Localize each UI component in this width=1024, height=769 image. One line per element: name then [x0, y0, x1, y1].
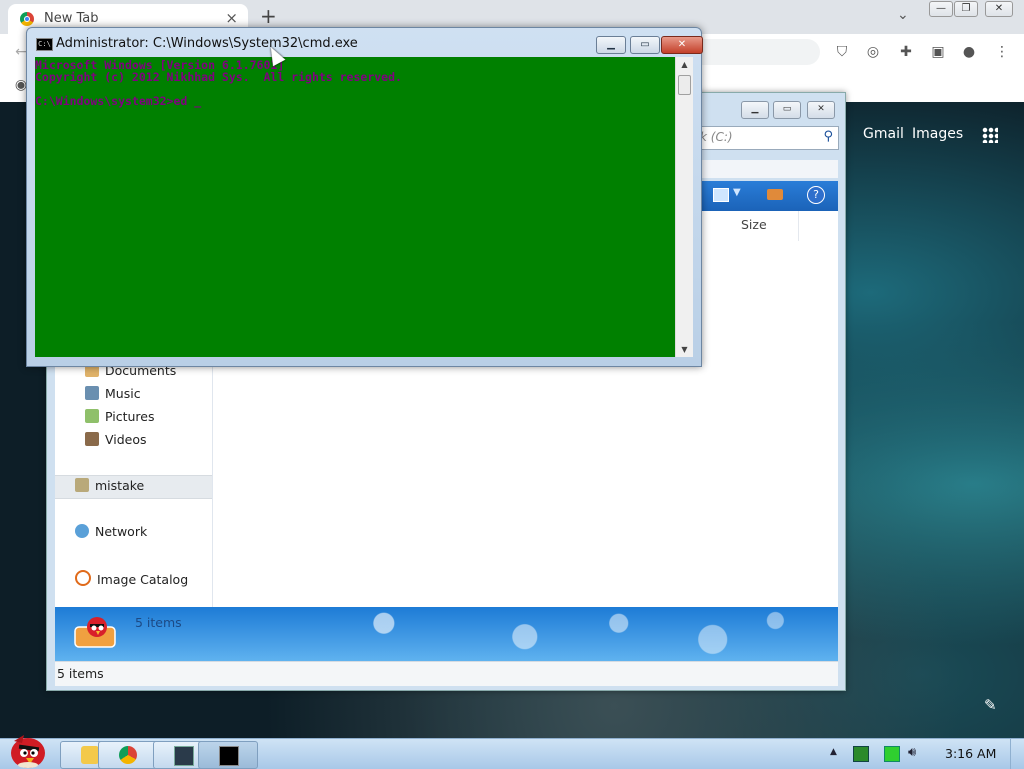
images-link[interactable]: Images — [912, 126, 963, 142]
preview-pane-icon[interactable] — [767, 189, 783, 200]
customize-pencil-icon[interactable]: ✎ — [984, 696, 997, 714]
view-dropdown-icon[interactable]: ▼ — [733, 187, 741, 198]
tab-title: New Tab — [44, 11, 99, 26]
cmd-console[interactable]: Microsoft Windows [Version 6.1.7601] Cop… — [35, 57, 675, 357]
cmd-vertical-scrollbar[interactable]: ▲ ▼ — [675, 57, 693, 357]
explorer-folder-icon — [81, 746, 99, 764]
chrome-menu-icon[interactable]: ⋮ — [993, 43, 1011, 61]
browser-close-button[interactable]: ✕ — [985, 1, 1013, 17]
network-status-icon[interactable] — [884, 746, 900, 762]
tab-close-button[interactable]: × — [225, 9, 238, 27]
search-placeholder: k (C:) — [700, 130, 733, 144]
scroll-down-arrow-icon[interactable]: ▼ — [676, 342, 693, 357]
nav-item-music[interactable]: Music — [85, 386, 141, 401]
explorer-close-button[interactable]: ✕ — [807, 101, 835, 119]
cmd-icon — [219, 746, 239, 766]
console-prompt-line: C:\Windows\system32>ed _ — [35, 94, 202, 108]
explorer-maximize-button[interactable]: ▭ — [773, 101, 801, 119]
cmd-maximize-button[interactable]: ▭ — [630, 36, 660, 54]
new-tab-button[interactable]: + — [260, 4, 277, 28]
tray-show-hidden-icon[interactable]: ▲ — [830, 747, 837, 757]
taskbar-chrome-button[interactable] — [98, 741, 158, 769]
explorer-command-bar: ▼ ? — [695, 181, 838, 211]
nav-item-image-catalog[interactable]: Image Catalog — [75, 570, 188, 587]
videos-folder-icon — [85, 432, 99, 446]
cmd-close-button[interactable]: ✕ — [661, 36, 703, 54]
show-desktop-button[interactable] — [1010, 739, 1024, 769]
ublock-icon[interactable]: ⛉ — [833, 43, 851, 61]
search-icon[interactable]: ⚲ — [823, 129, 833, 144]
browser-restore-button[interactable]: ❐ — [954, 1, 978, 17]
explorer-menu-strip — [695, 160, 838, 178]
view-options-icon[interactable] — [713, 188, 729, 202]
cmd-window: C:\ Administrator: C:\Windows\System32\c… — [26, 27, 703, 367]
side-panel-icon[interactable]: ▣ — [929, 43, 947, 61]
image-catalog-icon — [75, 570, 91, 586]
taskbar-cmd-button[interactable] — [198, 741, 258, 769]
gmail-link[interactable]: Gmail — [863, 126, 904, 142]
homegroup-icon — [75, 478, 89, 492]
scroll-up-arrow-icon[interactable]: ▲ — [676, 57, 693, 72]
chrome-icon — [119, 746, 137, 764]
column-header-size[interactable]: Size — [725, 211, 799, 241]
profile-avatar-icon[interactable]: ● — [960, 43, 978, 61]
music-folder-icon — [85, 386, 99, 400]
scroll-thumb[interactable] — [678, 75, 691, 95]
status-item-count: 5 items — [57, 666, 104, 681]
chrome-favicon-icon — [20, 12, 34, 26]
details-item-count: 5 items — [135, 615, 182, 630]
nav-item-pictures[interactable]: Pictures — [85, 409, 155, 424]
explorer-status-bar: 5 items — [55, 661, 838, 686]
address-bar[interactable] — [690, 39, 820, 65]
volume-icon[interactable]: 🔊︎ — [908, 746, 922, 760]
console-line: Copyright (c) 2012 Nikhhad Sys. All righ… — [35, 70, 402, 84]
nav-item-videos[interactable]: Videos — [85, 432, 147, 447]
explorer-search-input[interactable]: k (C:) ⚲ — [695, 126, 839, 150]
details-pane: 5 items — [55, 607, 838, 661]
extension-flag-icon[interactable]: ◎ — [864, 43, 882, 61]
pictures-folder-icon — [85, 409, 99, 423]
nav-item-mistake[interactable]: mistake — [75, 478, 144, 493]
taskbar: ▲ 🔊︎ 3:16 AM — [0, 735, 1024, 769]
terminal-app-icon — [174, 746, 194, 766]
cmd-window-title: Administrator: C:\Windows\System32\cmd.e… — [56, 36, 358, 51]
network-icon — [75, 524, 89, 538]
cmd-minimize-button[interactable]: ▁ — [596, 36, 626, 54]
explorer-minimize-button[interactable]: ▁ — [741, 101, 769, 119]
cmd-app-icon[interactable]: C:\ — [36, 38, 53, 51]
tab-search-button[interactable]: ⌄ — [897, 7, 909, 23]
google-apps-icon[interactable] — [982, 127, 998, 143]
start-orb-angry-bird-icon[interactable] — [4, 731, 48, 769]
nav-item-network[interactable]: Network — [75, 524, 147, 539]
help-icon[interactable]: ? — [807, 186, 825, 204]
tray-app-icon[interactable] — [853, 746, 869, 762]
taskbar-clock[interactable]: 3:16 AM — [945, 746, 996, 761]
browser-minimize-button[interactable]: — — [929, 1, 953, 17]
angry-bird-drive-icon — [74, 617, 116, 648]
extensions-puzzle-icon[interactable]: ✚ — [897, 43, 915, 61]
